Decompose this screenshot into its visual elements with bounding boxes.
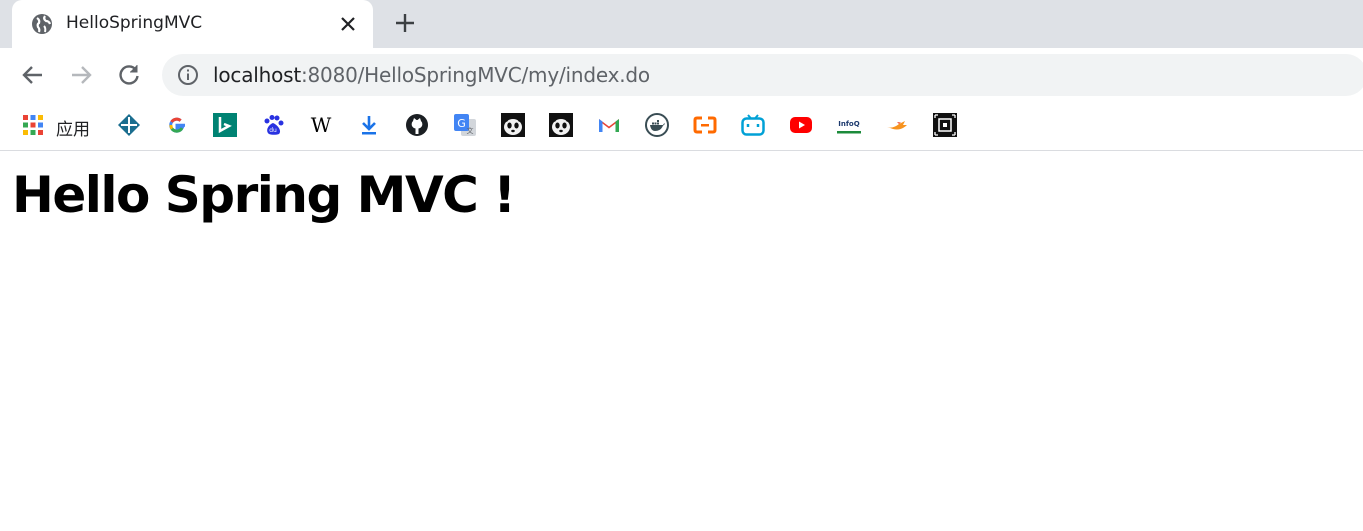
back-arrow-icon[interactable] bbox=[20, 62, 46, 88]
close-icon[interactable] bbox=[336, 12, 360, 36]
svg-text:W: W bbox=[311, 113, 332, 137]
dark-square-icon[interactable] bbox=[933, 113, 957, 137]
forward-arrow-icon[interactable] bbox=[68, 62, 94, 88]
bing-icon[interactable] bbox=[213, 113, 237, 137]
google-translate-icon[interactable]: G 文 bbox=[453, 113, 477, 137]
svg-text:文: 文 bbox=[467, 126, 474, 135]
bilibili-icon[interactable] bbox=[741, 113, 765, 137]
tab-strip: HelloSpringMVC bbox=[0, 0, 1363, 48]
google-icon[interactable] bbox=[165, 113, 189, 137]
svg-text:InfoQ: InfoQ bbox=[838, 120, 859, 128]
reload-icon[interactable] bbox=[116, 62, 142, 88]
page-content: Hello Spring MVC ! bbox=[0, 152, 1363, 531]
panda-icon[interactable] bbox=[549, 113, 573, 137]
youtube-icon[interactable] bbox=[789, 113, 813, 137]
compass-diamond-icon[interactable] bbox=[117, 113, 141, 137]
gmail-icon[interactable] bbox=[597, 113, 621, 137]
svg-text:du: du bbox=[269, 127, 277, 134]
docker-icon[interactable] bbox=[645, 113, 669, 137]
address-bar[interactable]: localhost:8080/HelloSpringMVC/my/index.d… bbox=[162, 54, 1363, 96]
bookmarks-bar: 应用 du W G 文 InfoQ bbox=[0, 104, 1363, 151]
aliyun-icon[interactable] bbox=[693, 113, 717, 137]
infoq-icon[interactable]: InfoQ bbox=[837, 113, 861, 137]
apps-grid-icon[interactable] bbox=[21, 113, 45, 137]
url-text[interactable]: localhost:8080/HelloSpringMVC/my/index.d… bbox=[213, 63, 650, 87]
wikipedia-icon[interactable]: W bbox=[309, 113, 333, 137]
baidu-icon[interactable]: du bbox=[261, 113, 285, 137]
svg-text:G: G bbox=[457, 117, 466, 130]
page-heading: Hello Spring MVC ! bbox=[12, 166, 516, 224]
download-icon[interactable] bbox=[357, 113, 381, 137]
url-host: localhost bbox=[213, 63, 301, 87]
tab-active[interactable]: HelloSpringMVC bbox=[12, 0, 373, 48]
apps-label[interactable]: 应用 bbox=[56, 115, 90, 140]
swift-like-icon[interactable] bbox=[885, 113, 909, 137]
github-icon[interactable] bbox=[405, 113, 429, 137]
tab-title: HelloSpringMVC bbox=[66, 13, 203, 33]
panda-icon[interactable] bbox=[501, 113, 525, 137]
globe-icon bbox=[32, 14, 52, 34]
url-path: :8080/HelloSpringMVC/my/index.do bbox=[300, 63, 650, 87]
new-tab-icon[interactable] bbox=[392, 10, 418, 36]
info-icon[interactable] bbox=[177, 64, 199, 86]
toolbar: localhost:8080/HelloSpringMVC/my/index.d… bbox=[0, 48, 1363, 104]
